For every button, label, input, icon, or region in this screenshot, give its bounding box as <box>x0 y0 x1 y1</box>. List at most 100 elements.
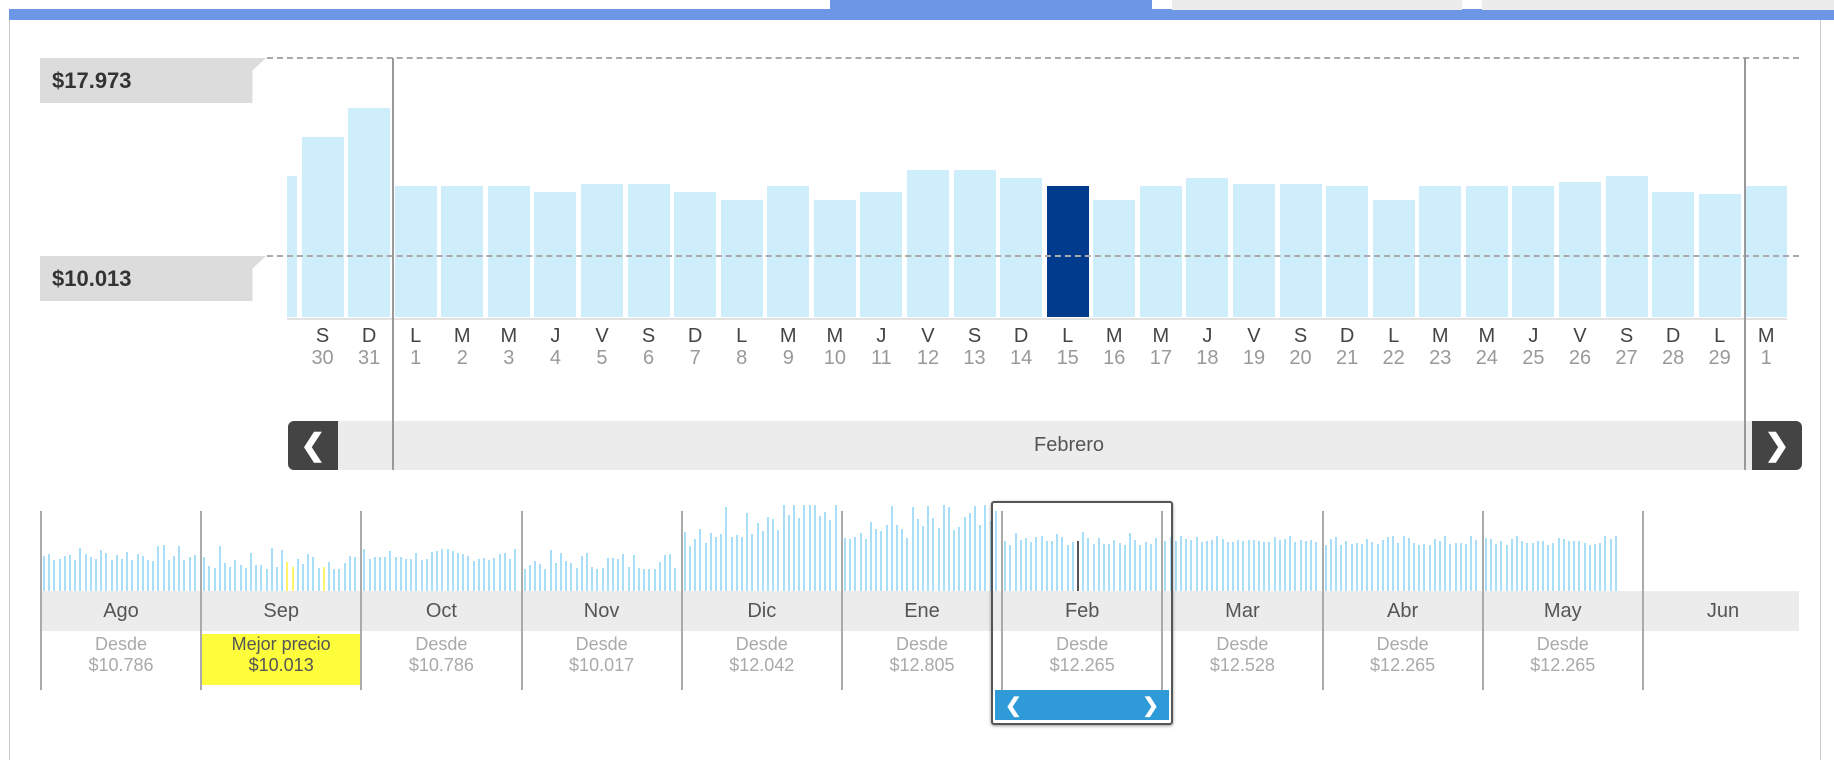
daily-price-chart <box>287 40 1787 320</box>
day-number: 11 <box>871 347 892 369</box>
day-label[interactable]: V5 <box>579 325 625 369</box>
day-bar-9[interactable] <box>627 183 670 317</box>
month-oct[interactable]: Oct Desde $10.786 <box>361 591 521 676</box>
selector-next-icon[interactable]: ❯ <box>1142 693 1159 718</box>
next-month-button[interactable]: ❯ <box>1752 421 1802 470</box>
day-bar-6[interactable] <box>487 185 530 317</box>
mini-day-bar <box>942 505 945 591</box>
month-may[interactable]: May Desde $12.265 <box>1483 591 1643 676</box>
day-bar-23[interactable] <box>1279 183 1322 317</box>
mini-day-bar <box>173 556 175 591</box>
mini-day-bar <box>446 549 449 591</box>
mini-day-bar <box>1361 543 1363 591</box>
mini-day-bar <box>560 553 562 591</box>
day-bar-3[interactable] <box>348 108 391 317</box>
mini-day-bar <box>767 517 769 591</box>
day-label[interactable]: L8 <box>719 325 765 369</box>
day-label[interactable]: D 28 <box>1650 325 1696 369</box>
day-label[interactable]: S 13 <box>952 325 998 369</box>
weekday-letter: L <box>736 325 748 347</box>
day-bar-24[interactable] <box>1326 185 1369 317</box>
day-label[interactable]: L 29 <box>1697 325 1743 369</box>
day-label[interactable]: S 27 <box>1604 325 1650 369</box>
day-label[interactable]: S 30 <box>300 325 346 369</box>
month-ene[interactable]: Ene Desde $12.805 <box>842 591 1002 676</box>
mini-day-bar <box>43 555 45 591</box>
month-nov[interactable]: Nov Desde $10.017 <box>522 591 682 676</box>
day-number: 27 <box>1615 347 1638 369</box>
day-bar-11[interactable] <box>720 199 763 317</box>
day-label[interactable]: L 15 <box>1045 325 1091 369</box>
weekday-letter: S <box>641 325 656 347</box>
day-bar-15[interactable] <box>906 170 949 317</box>
day-label[interactable]: J 11 <box>858 325 904 369</box>
day-bar-12[interactable] <box>767 185 810 317</box>
mini-day-bar <box>798 517 801 591</box>
price-caption: Desde <box>94 634 148 654</box>
day-label[interactable]: L1 <box>393 325 439 369</box>
month-sep[interactable]: Sep Mejor precio $10.013 <box>201 591 361 685</box>
day-bar-2[interactable] <box>301 136 344 317</box>
day-bar-1[interactable] <box>287 175 297 317</box>
previous-month-button[interactable]: ❮ <box>288 421 338 470</box>
day-label[interactable]: M 17 <box>1138 325 1184 369</box>
day-label[interactable]: M3 <box>486 325 532 369</box>
day-label[interactable]: S6 <box>626 325 672 369</box>
mini-day-bar <box>229 566 232 591</box>
month-dic[interactable]: Dic Desde $12.042 <box>682 591 842 676</box>
day-bar-21[interactable] <box>1186 177 1229 317</box>
day-bar-17[interactable] <box>1000 177 1043 317</box>
mini-day-bar <box>699 529 702 591</box>
day-label[interactable]: M1 <box>1743 325 1789 369</box>
day-label[interactable]: M 16 <box>1091 325 1137 369</box>
day-bar-26[interactable] <box>1419 185 1462 317</box>
month-jun[interactable]: Jun <box>1643 591 1803 634</box>
day-label[interactable]: M 23 <box>1417 325 1463 369</box>
day-label[interactable]: J 25 <box>1510 325 1556 369</box>
month-selector-handle[interactable]: ❮ ❯ <box>995 690 1169 720</box>
day-bar-18[interactable] <box>1046 185 1089 317</box>
day-label[interactable]: M9 <box>765 325 811 369</box>
day-label[interactable]: V 12 <box>905 325 951 369</box>
day-bar-27[interactable] <box>1465 185 1508 317</box>
day-bar-22[interactable] <box>1232 183 1275 317</box>
day-bar-4[interactable] <box>394 185 437 317</box>
mini-day-bar <box>1573 541 1576 591</box>
day-label[interactable]: M2 <box>439 325 485 369</box>
day-label[interactable]: D 14 <box>998 325 1044 369</box>
day-label[interactable]: V 19 <box>1231 325 1277 369</box>
day-label[interactable]: M 24 <box>1464 325 1510 369</box>
day-bar-19[interactable] <box>1093 199 1136 317</box>
day-label[interactable]: D 31 <box>346 325 392 369</box>
mini-day-bar <box>612 558 614 591</box>
month-mar[interactable]: Mar Desde $12.528 <box>1162 591 1322 676</box>
day-bar-16[interactable] <box>953 170 996 317</box>
day-bar-25[interactable] <box>1372 199 1415 317</box>
day-label[interactable]: J 18 <box>1184 325 1230 369</box>
day-bar-5[interactable] <box>441 185 484 317</box>
day-label[interactable]: D 21 <box>1324 325 1370 369</box>
tab-2[interactable] <box>1172 0 1462 10</box>
day-label[interactable]: V29 <box>287 325 299 369</box>
day-bar-8[interactable] <box>580 183 623 317</box>
day-label[interactable]: L 22 <box>1371 325 1417 369</box>
tab-3[interactable] <box>1482 0 1834 10</box>
month-ago[interactable]: Ago Desde $10.786 <box>41 591 201 676</box>
day-label[interactable]: V 26 <box>1557 325 1603 369</box>
day-bar-28[interactable] <box>1512 185 1555 317</box>
day-bar-30[interactable] <box>1605 175 1648 317</box>
day-bar-13[interactable] <box>813 199 856 317</box>
mini-day-bar <box>1495 543 1498 591</box>
selector-prev-icon[interactable]: ❮ <box>1005 693 1022 718</box>
month-abr[interactable]: Abr Desde $12.265 <box>1323 591 1483 676</box>
day-bar-33[interactable] <box>1745 185 1787 317</box>
day-bar-20[interactable] <box>1139 185 1182 317</box>
day-label[interactable]: M 10 <box>812 325 858 369</box>
mini-day-bar <box>208 565 211 591</box>
day-label[interactable]: D7 <box>672 325 718 369</box>
tab-active[interactable] <box>830 0 1152 20</box>
mini-day-bar <box>224 562 226 591</box>
day-bar-29[interactable] <box>1558 181 1601 317</box>
day-label[interactable]: S 20 <box>1278 325 1324 369</box>
day-label[interactable]: J4 <box>532 325 578 369</box>
